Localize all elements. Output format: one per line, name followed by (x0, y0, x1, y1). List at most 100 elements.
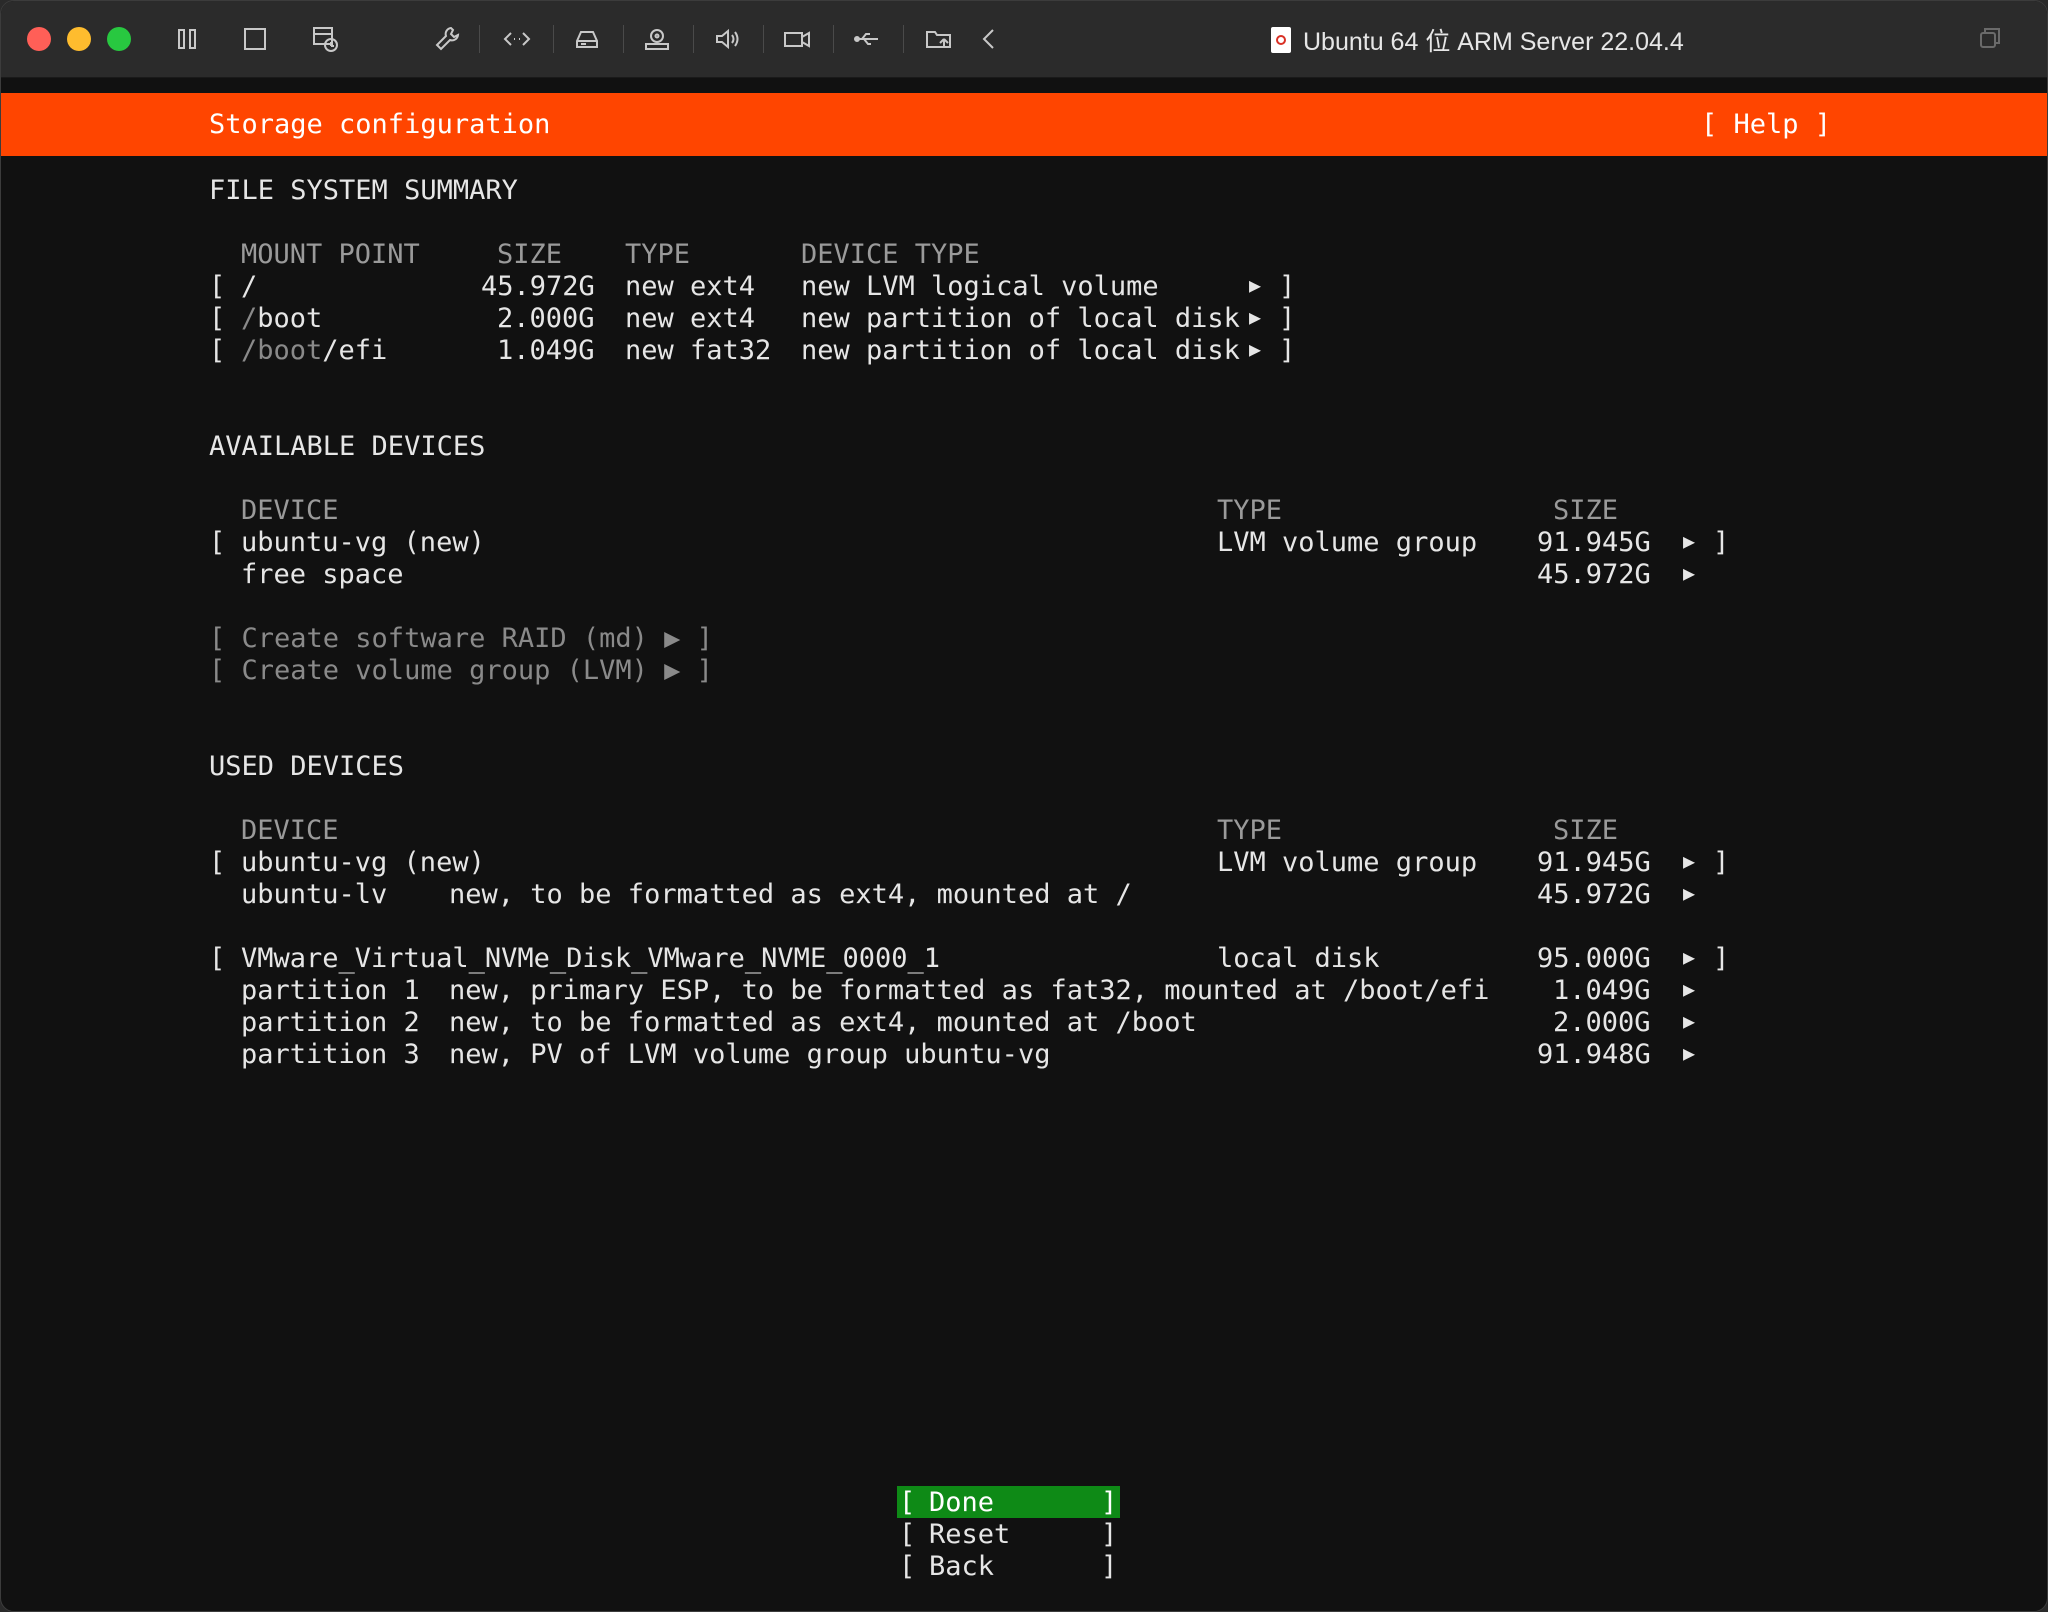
partition-size: 1.049G (1553, 975, 1651, 1006)
col-type: TYPE (1217, 495, 1283, 526)
cd-drive-icon[interactable] (639, 21, 675, 57)
free-space-label: free space (241, 559, 404, 590)
used-devices-heading: USED DEVICES (209, 751, 405, 782)
device-name: ubuntu-vg (new) (241, 847, 485, 878)
disk-type: local disk (1217, 943, 1380, 974)
maximize-window-button[interactable] (107, 27, 131, 51)
network-icon[interactable] (499, 21, 535, 57)
device-size: 91.945G (1537, 847, 1651, 878)
size: 1.049G (497, 335, 595, 366)
col-type: TYPE (625, 239, 691, 270)
device-type: new partition of local disk (801, 335, 1240, 366)
fs-type: new ext4 (625, 271, 756, 302)
device-type: new partition of local disk (801, 303, 1240, 334)
col-device-type: DEVICE TYPE (801, 239, 980, 270)
row-close-bracket: ] (1279, 271, 1296, 302)
col-size: SIZE (1553, 815, 1619, 846)
sound-icon[interactable] (709, 21, 745, 57)
reset-button-label: Reset (929, 1519, 1011, 1550)
restore-window-icon[interactable] (1979, 27, 2001, 49)
device-type: LVM volume group (1217, 847, 1478, 878)
help-button[interactable]: [ Help ] (1701, 109, 1831, 141)
button-close-bracket: ] (1101, 1519, 1118, 1550)
chevron-left-icon[interactable] (971, 21, 1007, 57)
installer-header: Storage configuration [ Help ] (1, 93, 2047, 156)
fs-summary-heading: FILE SYSTEM SUMMARY (209, 175, 518, 206)
button-open-bracket: [ (899, 1551, 916, 1582)
partition-name: partition 3 (241, 1039, 420, 1070)
device-name: ubuntu-vg (new) (241, 527, 485, 558)
mount-point: /boot (241, 303, 323, 334)
fs-type: new ext4 (625, 303, 756, 334)
free-space-size: 45.972G (1537, 559, 1651, 590)
partition-size: 91.948G (1537, 1039, 1651, 1070)
col-size: SIZE (1553, 495, 1619, 526)
disk-size: 95.000G (1537, 943, 1651, 974)
expand-arrow-icon: ▶ (1683, 1041, 1696, 1065)
expand-arrow-icon: ▶ (1249, 273, 1262, 297)
mount-point: /boot/efi (241, 335, 388, 366)
usb-icon[interactable] (849, 21, 885, 57)
row-close-bracket: ] (1713, 847, 1730, 878)
row-open-bracket: [ (209, 943, 226, 974)
row-close-bracket: ] (1713, 943, 1730, 974)
partition-description: new, primary ESP, to be formatted as fat… (449, 975, 1490, 1006)
snapshot-icon[interactable] (307, 21, 343, 57)
size: 2.000G (497, 303, 595, 334)
close-window-button[interactable] (27, 27, 51, 51)
back-button-label: Back (929, 1551, 995, 1582)
available-devices-heading: AVAILABLE DEVICES (209, 431, 486, 462)
expand-arrow-icon: ▶ (1249, 305, 1262, 329)
camera-icon[interactable] (779, 21, 815, 57)
lv-size: 45.972G (1537, 879, 1651, 910)
window-title-text: Ubuntu 64 位 ARM Server 22.04.4 (1303, 28, 1684, 56)
col-device: DEVICE (241, 495, 339, 526)
partition-name: partition 1 (241, 975, 420, 1006)
col-size: SIZE (497, 239, 563, 270)
partition-size: 2.000G (1553, 1007, 1651, 1038)
expand-arrow-icon: ▶ (1683, 1009, 1696, 1033)
button-open-bracket: [ (899, 1519, 916, 1550)
button-close-bracket: ] (1101, 1551, 1118, 1582)
expand-arrow-icon: ▶ (1683, 561, 1696, 585)
disk-name: VMware_Virtual_NVMe_Disk_VMware_NVME_000… (241, 943, 940, 974)
size: 45.972G (481, 271, 595, 302)
window-title: Ubuntu 64 位 ARM Server 22.04.4 (1271, 23, 1684, 57)
create-raid-button[interactable]: [ Create software RAID (md) ▶ ] (209, 623, 713, 655)
row-open-bracket: [ (209, 527, 226, 558)
settings-wrench-icon[interactable] (429, 21, 465, 57)
lv-description: new, to be formatted as ext4, mounted at… (449, 879, 1132, 910)
expand-arrow-icon: ▶ (1683, 529, 1696, 553)
row-close-bracket: ] (1713, 527, 1730, 558)
vm-document-icon (1271, 27, 1291, 53)
fs-type: new fat32 (625, 335, 772, 366)
lv-name: ubuntu-lv (241, 879, 388, 910)
col-type: TYPE (1217, 815, 1283, 846)
device-type: new LVM logical volume (801, 271, 1159, 302)
done-button-label: Done (929, 1487, 995, 1518)
col-device: DEVICE (241, 815, 339, 846)
device-type: LVM volume group (1217, 527, 1478, 558)
title-bar: Ubuntu 64 位 ARM Server 22.04.4 (1, 1, 2047, 78)
partition-description: new, PV of LVM volume group ubuntu-vg (449, 1039, 1051, 1070)
row-open-bracket: [ (209, 303, 226, 334)
shared-folder-icon[interactable] (921, 21, 957, 57)
device-size: 91.945G (1537, 527, 1651, 558)
pause-icon[interactable] (169, 21, 205, 57)
partition-name: partition 2 (241, 1007, 420, 1038)
row-open-bracket: [ (209, 847, 226, 878)
expand-arrow-icon: ▶ (1683, 881, 1696, 905)
hard-disk-icon[interactable] (569, 21, 605, 57)
minimize-window-button[interactable] (67, 27, 91, 51)
expand-arrow-icon: ▶ (1249, 337, 1262, 361)
fullscreen-icon[interactable] (237, 21, 273, 57)
row-close-bracket: ] (1279, 303, 1296, 334)
page-title: Storage configuration (209, 109, 551, 140)
vm-window: Ubuntu 64 位 ARM Server 22.04.4 Storage c… (0, 0, 2048, 1612)
button-close-bracket: ] (1101, 1487, 1118, 1518)
row-open-bracket: [ (209, 335, 226, 366)
create-volume-group-button[interactable]: [ Create volume group (LVM) ▶ ] (209, 655, 713, 687)
button-open-bracket: [ (899, 1487, 916, 1518)
expand-arrow-icon: ▶ (1683, 849, 1696, 873)
row-close-bracket: ] (1279, 335, 1296, 366)
